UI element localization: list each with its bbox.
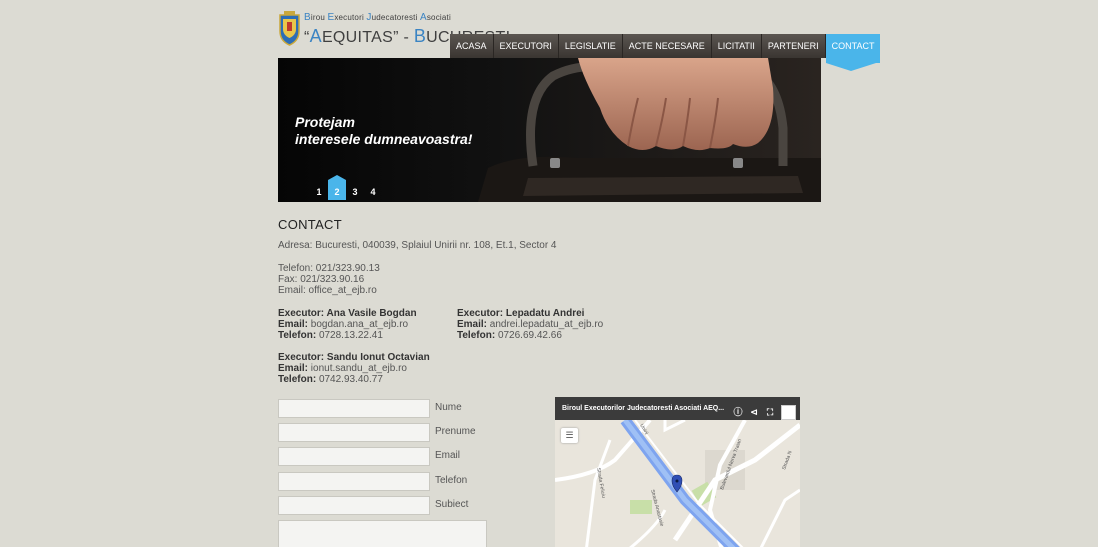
subiect-label: Subiect: [435, 499, 469, 510]
office-phone: Telefon: 021/323.90.13: [278, 263, 380, 274]
caption-line1: Protejam: [295, 114, 355, 130]
map-canvas[interactable]: Strada Feliciu Strada Anastasie Bulevard…: [555, 420, 800, 547]
slider-dot-4[interactable]: 4: [364, 184, 382, 200]
nume-input[interactable]: [278, 399, 430, 418]
subiect-input[interactable]: [278, 496, 430, 515]
phone-label: Telefon:: [278, 330, 317, 341]
executor-phone: 0742.93.40.77: [318, 374, 383, 385]
nav-executori[interactable]: EXECUTORI: [493, 34, 559, 58]
logo-subtitle: Birou Executori Judecatoresti Asociati: [304, 12, 451, 23]
office-contacts: Telefon: 021/323.90.13 Fax: 021/323.90.1…: [278, 263, 380, 296]
hero-slider: Protejam interesele dumneavoastra! 1 2 3…: [278, 58, 821, 202]
executor-card: Executor: Ana Vasile Bogdan Email: bogda…: [278, 308, 417, 341]
executor-name: Executor: Ana Vasile Bogdan: [278, 308, 417, 319]
phone-label: Telefon:: [457, 330, 496, 341]
map-legend-icon[interactable]: ☰: [561, 428, 578, 443]
avatar[interactable]: [781, 405, 796, 420]
fullscreen-icon[interactable]: ⛶: [765, 401, 775, 424]
nav-legislatie[interactable]: LEGISLATIE: [558, 34, 623, 58]
telefon-input[interactable]: [278, 472, 430, 491]
email-label: Email: [435, 450, 461, 461]
map-title: Biroul Executorilor Judecatoresti Asocia…: [562, 405, 725, 412]
slider-dot-1[interactable]: 1: [310, 184, 328, 200]
crest-icon: [279, 11, 300, 46]
executor-phone: 0726.69.42.66: [497, 330, 562, 341]
email-label: Email:: [278, 363, 309, 374]
office-email: Email: office_at_ejb.ro: [278, 285, 377, 296]
main-nav: ACASA EXECUTORI LEGISLATIE ACTE NECESARE…: [450, 34, 881, 71]
caption-line2: interesele dumneavoastra!: [295, 131, 473, 147]
share-icon[interactable]: ⊲: [749, 401, 759, 424]
executor-name: Executor: Lepadatu Andrei: [457, 308, 585, 319]
office-fax: Fax: 021/323.90.16: [278, 274, 365, 285]
executor-email: andrei.lepadatu_at_ejb.ro: [489, 319, 604, 330]
executor-email: bogdan.ana_at_ejb.ro: [310, 319, 409, 330]
slider-pagination: 1 2 3 4: [310, 175, 382, 202]
phone-label: Telefon:: [278, 374, 317, 385]
prenume-label: Prenume: [435, 426, 476, 437]
email-label: Email:: [278, 319, 309, 330]
page-title: CONTACT: [278, 217, 342, 232]
nav-acasa[interactable]: ACASA: [450, 34, 494, 58]
message-textarea[interactable]: [278, 520, 487, 547]
map-controls: ⓘ ⊲ ⛶: [733, 401, 796, 424]
nav-contact[interactable]: CONTACT: [825, 34, 881, 71]
executor-card: Executor: Lepadatu Andrei Email: andrei.…: [457, 308, 603, 341]
site-logo[interactable]: Birou Executori Judecatoresti Asociati “…: [278, 11, 510, 47]
slider-caption: Protejam interesele dumneavoastra!: [295, 114, 472, 148]
nav-licitatii[interactable]: LICITATII: [711, 34, 762, 58]
email-label: Email:: [457, 319, 488, 330]
executor-email: ionut.sandu_at_ejb.ro: [310, 363, 407, 374]
embedded-map[interactable]: Strada Feliciu Strada Anastasie Bulevard…: [555, 397, 800, 547]
slider-dot-3[interactable]: 3: [346, 184, 364, 200]
email-input[interactable]: [278, 447, 430, 466]
executor-card: Executor: Sandu Ionut Octavian Email: io…: [278, 352, 430, 385]
slider-dot-2[interactable]: 2: [328, 175, 346, 200]
executor-name: Executor: Sandu Ionut Octavian: [278, 352, 430, 363]
map-title-bar: Biroul Executorilor Judecatoresti Asocia…: [555, 397, 800, 420]
telefon-label: Telefon: [435, 475, 468, 486]
info-icon[interactable]: ⓘ: [733, 401, 743, 424]
prenume-input[interactable]: [278, 423, 430, 442]
nav-acte-necesare[interactable]: ACTE NECESARE: [622, 34, 712, 58]
executor-phone: 0728.13.22.41: [318, 330, 383, 341]
nume-label: Nume: [435, 402, 462, 413]
nav-parteneri[interactable]: PARTENERI: [761, 34, 826, 58]
address-text: Adresa: Bucuresti, 040039, Splaiul Uniri…: [278, 240, 557, 251]
